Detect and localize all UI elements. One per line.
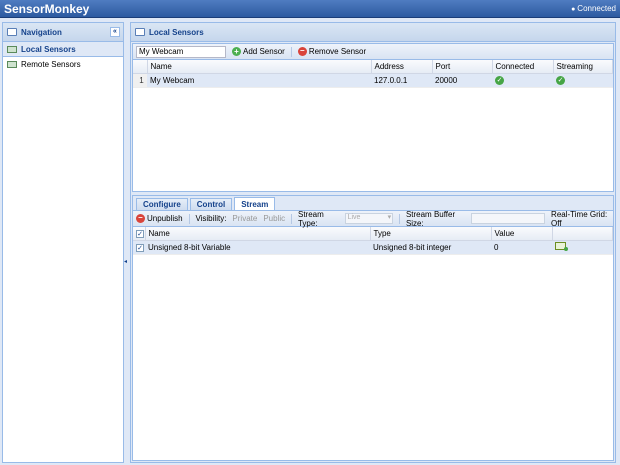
row-number: 1	[133, 73, 147, 88]
tab-configure[interactable]: Configure	[136, 198, 188, 210]
column-header[interactable]: Name	[145, 227, 371, 241]
column-header[interactable]: Connected	[492, 60, 554, 74]
stream-toolbar: – Unpublish Visibility: Private Public S…	[133, 209, 613, 228]
column-header[interactable]: Port	[432, 60, 493, 74]
stream-type-select[interactable]: Live	[344, 213, 394, 224]
panel-icon	[135, 28, 145, 36]
buffer-size-slider[interactable]	[471, 213, 546, 224]
sensors-table: Name Address Port Connected Streaming 1 …	[133, 60, 613, 88]
variable-name-cell: Unsigned 8-bit Variable	[145, 240, 370, 255]
table-row[interactable]: 1 My Webcam 127.0.0.1 20000 ✓ ✓	[133, 73, 613, 88]
public-option[interactable]: Public	[263, 214, 285, 223]
local-sensors-panel: Local Sensors + Add Sensor – Remove Sens…	[130, 22, 616, 463]
variable-value-cell: 0	[491, 240, 552, 255]
table-header-row: Name Address Port Connected Streaming	[133, 60, 613, 74]
column-header-actions	[552, 227, 613, 241]
unpublish-label: Unpublish	[147, 214, 183, 223]
detail-tabs: Configure Control Stream	[133, 196, 613, 211]
column-header[interactable]: Type	[370, 227, 492, 241]
sensor-icon	[7, 61, 17, 68]
remove-sensor-label: Remove Sensor	[308, 47, 367, 56]
nav-item-label: Local Sensors	[21, 44, 76, 54]
rownum-header	[133, 60, 148, 74]
row-checkbox-cell[interactable]: ✓	[133, 240, 145, 255]
panel-icon	[7, 28, 17, 36]
table-header-row: ✓ Name Type Value	[133, 227, 613, 241]
status-dot-icon: ●	[571, 6, 576, 13]
minus-circle-icon: –	[297, 47, 307, 56]
nav-item-remote-sensors[interactable]: Remote Sensors	[3, 57, 123, 72]
app-title: SensorMonkey	[4, 2, 90, 16]
local-sensors-header: Local Sensors	[131, 23, 615, 42]
variable-type-cell: Unsigned 8-bit integer	[370, 240, 491, 255]
minus-circle-icon: –	[136, 214, 145, 223]
variable-plot-cell[interactable]	[552, 240, 613, 255]
sensor-address-cell: 127.0.0.1	[371, 73, 432, 88]
toolbar-separator	[291, 213, 292, 224]
local-sensors-title: Local Sensors	[149, 27, 204, 37]
toolbar-separator	[188, 213, 190, 224]
navigation-title: Navigation	[21, 27, 62, 37]
tab-stream[interactable]: Stream	[234, 197, 276, 210]
remove-sensor-button[interactable]: – Remove Sensor	[297, 47, 367, 56]
app-titlebar: SensorMonkey ● Connected	[0, 0, 620, 18]
checkbox-icon[interactable]: ✓	[136, 243, 144, 252]
check-circle-icon: ✓	[556, 76, 565, 85]
buffer-size-label: Stream Buffer Size:	[405, 209, 456, 228]
unpublish-button[interactable]: – Unpublish	[136, 214, 183, 223]
nav-item-label: Remote Sensors	[21, 60, 81, 69]
column-header[interactable]: Streaming	[553, 60, 613, 74]
private-option[interactable]: Private	[232, 214, 257, 223]
column-header[interactable]: Value	[491, 227, 553, 241]
select-all-header[interactable]: ✓	[133, 227, 146, 241]
expand-arrow-icon[interactable]: ◂	[124, 258, 127, 265]
check-circle-icon: ✓	[495, 76, 504, 85]
sensor-connected-cell: ✓	[492, 73, 553, 88]
toolbar-separator	[399, 213, 400, 224]
nav-item-local-sensors[interactable]: Local Sensors	[3, 42, 123, 57]
add-sensor-label: Add Sensor	[243, 47, 285, 56]
collapse-navigation-button[interactable]: «	[110, 27, 120, 37]
stream-variables-table: ✓ Name Type Value ✓ Unsigned 8-bit Varia…	[133, 227, 613, 255]
sensors-toolbar: + Add Sensor – Remove Sensor	[133, 44, 613, 60]
checkbox-icon[interactable]: ✓	[136, 229, 144, 238]
sensors-grid-panel: + Add Sensor – Remove Sensor Name Addres…	[132, 43, 614, 192]
tab-control[interactable]: Control	[189, 198, 233, 210]
chart-icon[interactable]	[555, 242, 568, 251]
sensor-name-cell: My Webcam	[147, 73, 371, 88]
sensor-port-cell: 20000	[432, 73, 492, 88]
navigation-panel: Navigation « Local Sensors Remote Sensor…	[2, 22, 124, 463]
stream-type-label: Stream Type:	[297, 209, 324, 228]
toolbar-separator	[290, 46, 292, 57]
add-sensor-button[interactable]: + Add Sensor	[232, 47, 285, 56]
sensor-name-input[interactable]	[136, 45, 226, 58]
connection-status-label: Connected	[577, 4, 616, 13]
column-header[interactable]: Name	[147, 60, 372, 74]
connection-status: ● Connected	[571, 4, 616, 13]
navigation-header: Navigation «	[3, 23, 123, 42]
visibility-label: Visibility:	[195, 214, 227, 223]
sensor-icon	[7, 45, 17, 53]
plus-circle-icon: +	[232, 47, 241, 56]
detail-tab-panel: Configure Control Stream – Unpublish Vis…	[132, 195, 614, 461]
sensor-streaming-cell: ✓	[553, 73, 613, 88]
realtime-grid-toggle[interactable]: Real-Time Grid: Off	[551, 210, 610, 228]
table-row[interactable]: ✓ Unsigned 8-bit Variable Unsigned 8-bit…	[133, 240, 613, 255]
column-header[interactable]: Address	[371, 60, 433, 74]
